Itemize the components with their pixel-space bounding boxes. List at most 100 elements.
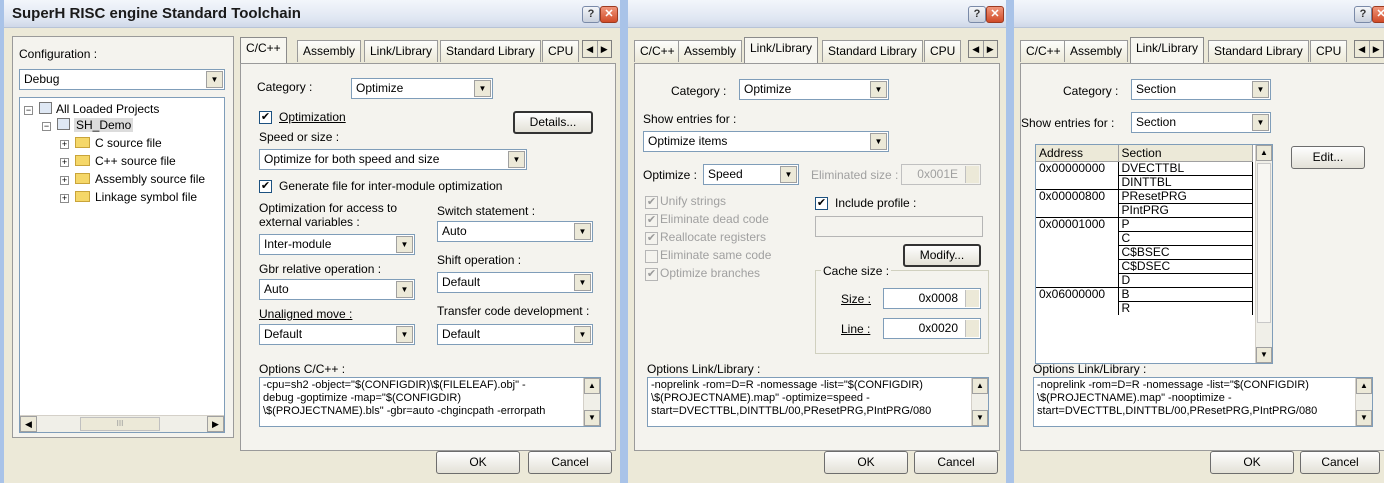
chevron-down-icon[interactable]: ▼ <box>396 326 413 343</box>
unaligned-move-select[interactable]: Default ▼ <box>259 324 415 345</box>
optimize-select[interactable]: Speed ▼ <box>703 164 799 185</box>
collapse-icon[interactable]: − <box>42 122 51 131</box>
column-header-section[interactable]: Section <box>1118 145 1253 162</box>
scroll-down-icon[interactable]: ▼ <box>584 410 600 426</box>
tree-item-assembly-source[interactable]: + Assembly source file <box>60 172 205 186</box>
help-button[interactable]: ? <box>582 6 600 23</box>
chevron-down-icon[interactable]: ▼ <box>1252 81 1269 98</box>
table-row[interactable]: D <box>1036 272 1253 287</box>
vertical-scrollbar[interactable]: ▲ ▼ <box>1355 378 1372 426</box>
modify-button[interactable]: Modify... <box>903 244 981 267</box>
cancel-button[interactable]: Cancel <box>914 451 998 474</box>
table-row[interactable]: 0x00001000 P <box>1036 216 1253 231</box>
tab-assembly[interactable]: Assembly <box>297 40 362 62</box>
tab-assembly[interactable]: Assembly <box>1064 40 1129 62</box>
tab-scroll-buttons[interactable]: ◀ ▶ <box>582 40 612 58</box>
tab-standard-library[interactable]: Standard Library <box>1208 40 1309 62</box>
unify-strings-checkbox[interactable]: ✔ <box>645 196 658 209</box>
expand-icon[interactable]: + <box>60 158 69 167</box>
scroll-right-icon[interactable]: ▶ <box>207 416 224 432</box>
table-row[interactable]: C$BSEC <box>1036 244 1253 259</box>
ok-button[interactable]: OK <box>824 451 908 474</box>
horizontal-scrollbar[interactable]: ◀ III ▶ <box>20 415 224 432</box>
eliminated-size-spinner[interactable]: 0x001E <box>901 164 981 185</box>
ok-button[interactable]: OK <box>1210 451 1294 474</box>
help-button[interactable]: ? <box>1354 6 1372 23</box>
vertical-scrollbar[interactable]: ▲ ▼ <box>583 378 600 426</box>
chevron-down-icon[interactable]: ▼ <box>574 326 591 343</box>
show-entries-select[interactable]: Optimize items ▼ <box>643 131 889 152</box>
spinner-arrows-icon[interactable] <box>965 166 979 183</box>
chevron-down-icon[interactable]: ▼ <box>870 81 887 98</box>
chevron-down-icon[interactable]: ▼ <box>574 223 591 240</box>
table-row[interactable]: 0x00000000 DVECTTBL <box>1036 161 1253 175</box>
tab-standard-library[interactable]: Standard Library <box>822 40 923 62</box>
cancel-button[interactable]: Cancel <box>1300 451 1380 474</box>
close-button[interactable]: ✕ <box>1372 6 1384 23</box>
tab-assembly[interactable]: Assembly <box>678 40 743 62</box>
eliminate-same-code-checkbox[interactable] <box>645 250 658 263</box>
expand-icon[interactable]: + <box>60 176 69 185</box>
edit-button[interactable]: Edit... <box>1291 146 1365 169</box>
tab-scroll-right-icon[interactable]: ▶ <box>1370 41 1384 57</box>
transfer-code-select[interactable]: Default ▼ <box>437 324 593 345</box>
tab-cpu[interactable]: CPU <box>1310 40 1348 62</box>
table-row[interactable]: DINTTBL <box>1036 174 1253 189</box>
scroll-thumb[interactable] <box>1257 163 1271 323</box>
tab-scroll-right-icon[interactable]: ▶ <box>984 41 998 57</box>
show-entries-select[interactable]: Section ▼ <box>1131 112 1271 133</box>
profile-path-input[interactable] <box>815 216 983 237</box>
spinner-arrows-icon[interactable] <box>965 290 979 307</box>
chevron-down-icon[interactable]: ▼ <box>474 80 491 97</box>
scroll-down-icon[interactable]: ▼ <box>1256 347 1272 363</box>
chevron-down-icon[interactable]: ▼ <box>780 166 797 183</box>
table-row[interactable]: C$DSEC <box>1036 258 1253 273</box>
options-textarea[interactable]: -noprelink -rom=D=R -nomessage -list="$(… <box>647 377 989 427</box>
tab-link-library[interactable]: Link/Library <box>744 37 819 63</box>
table-row[interactable]: C <box>1036 230 1253 245</box>
category-select[interactable]: Section ▼ <box>1131 79 1271 100</box>
scroll-left-icon[interactable]: ◀ <box>20 416 37 432</box>
title-bar[interactable]: ? ✕ <box>628 0 1006 28</box>
expand-icon[interactable]: + <box>60 194 69 203</box>
expand-icon[interactable]: + <box>60 140 69 149</box>
tab-cpp[interactable]: C/C++ <box>240 37 287 63</box>
options-textarea[interactable]: -cpu=sh2 -object="$(CONFIGDIR)\$(FILELEA… <box>259 377 601 427</box>
category-select[interactable]: Optimize ▼ <box>739 79 889 100</box>
tab-scroll-right-icon[interactable]: ▶ <box>598 41 612 57</box>
table-row[interactable]: R <box>1036 300 1253 315</box>
scroll-down-icon[interactable]: ▼ <box>1356 410 1372 426</box>
tree-project[interactable]: − SH_Demo <box>42 118 134 132</box>
tab-cpp[interactable]: C/C++ <box>634 40 681 62</box>
vertical-scrollbar[interactable]: ▲ ▼ <box>1255 145 1272 363</box>
shift-operation-select[interactable]: Default ▼ <box>437 272 593 293</box>
configuration-select[interactable]: Debug ▼ <box>19 69 225 90</box>
tree-item-cpp-source[interactable]: + C++ source file <box>60 154 176 168</box>
chevron-down-icon[interactable]: ▼ <box>206 71 223 88</box>
chevron-down-icon[interactable]: ▼ <box>396 236 413 253</box>
spinner-arrows-icon[interactable] <box>965 320 979 337</box>
tab-cpp[interactable]: C/C++ <box>1020 40 1067 62</box>
tree-root[interactable]: − All Loaded Projects <box>24 102 159 116</box>
speed-size-select[interactable]: Optimize for both speed and size ▼ <box>259 149 527 170</box>
tab-cpu[interactable]: CPU <box>924 40 962 62</box>
tree-item-linkage-symbol[interactable]: + Linkage symbol file <box>60 190 197 204</box>
tab-standard-library[interactable]: Standard Library <box>440 40 541 62</box>
optimization-checkbox[interactable]: ✔ <box>259 111 272 124</box>
collapse-icon[interactable]: − <box>24 106 33 115</box>
scroll-up-icon[interactable]: ▲ <box>584 378 600 394</box>
scroll-thumb[interactable]: III <box>80 417 160 431</box>
table-row[interactable]: PIntPRG <box>1036 202 1253 217</box>
line-spinner[interactable]: 0x0020 <box>883 318 981 339</box>
external-access-select[interactable]: Inter-module ▼ <box>259 234 415 255</box>
ok-button[interactable]: OK <box>436 451 520 474</box>
scroll-down-icon[interactable]: ▼ <box>972 410 988 426</box>
reallocate-registers-checkbox[interactable]: ✔ <box>645 232 658 245</box>
include-profile-checkbox[interactable]: ✔ <box>815 197 828 210</box>
cancel-button[interactable]: Cancel <box>528 451 612 474</box>
optimize-branches-checkbox[interactable]: ✔ <box>645 268 658 281</box>
column-header-address[interactable]: Address <box>1036 145 1119 162</box>
table-row[interactable]: 0x00000800 PResetPRG <box>1036 188 1253 203</box>
generate-file-checkbox[interactable]: ✔ <box>259 180 272 193</box>
chevron-down-icon[interactable]: ▼ <box>396 281 413 298</box>
